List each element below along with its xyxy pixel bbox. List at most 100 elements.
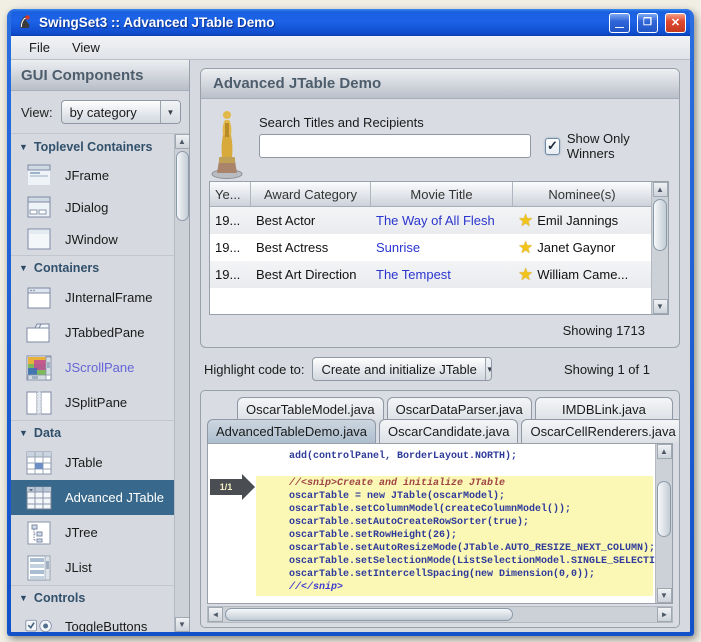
sidebar-scrollbar: ▲ ▼ (174, 134, 189, 632)
table-header-row: Ye... Award Category Movie Title Nominee… (210, 182, 651, 207)
table-row[interactable]: 19... Best Actress Sunrise ★ Janet Gayno… (210, 234, 651, 261)
scroll-down-icon[interactable]: ▼ (657, 588, 672, 603)
search-label: Search Titles and Recipients (259, 115, 531, 130)
section-controls[interactable]: ▼ Controls (11, 585, 174, 610)
code-editor: add(controlPanel, BorderLayout.NORTH); /… (207, 443, 673, 604)
collapse-triangle-icon: ▼ (19, 593, 28, 603)
sidebar-title: GUI Components (11, 60, 189, 91)
jlist-icon (25, 554, 53, 582)
window-title: SwingSet3 :: Advanced JTable Demo (39, 15, 602, 30)
snippet-marker-label: 1/1 (210, 479, 242, 495)
tab-oscartablemodel[interactable]: OscarTableModel.java (237, 397, 384, 420)
movie-title-link[interactable]: The Way of All Flesh (371, 213, 513, 228)
jtable-icon (25, 450, 53, 476)
sidebar-item-jdialog[interactable]: JDialog (11, 191, 174, 223)
section-containers[interactable]: ▼ Containers (11, 255, 174, 280)
sidebar-item-togglebuttons[interactable]: ToggleButtons (11, 610, 174, 632)
app-window: SwingSet3 :: Advanced JTable Demo — ❐ ✕ … (7, 9, 694, 636)
togglebuttons-icon (25, 617, 53, 632)
show-only-winners-checkbox[interactable]: ✓ (545, 138, 560, 155)
collapse-triangle-icon: ▼ (19, 142, 28, 152)
movie-title-link[interactable]: The Tempest (371, 267, 513, 282)
snippet-marker-arrow: 1/1 (210, 474, 256, 500)
code-panel: OscarTableModel.java OscarDataParser.jav… (200, 390, 680, 628)
column-header-movie-title[interactable]: Movie Title (371, 182, 513, 206)
oscar-statue-icon (209, 105, 245, 179)
highlighted-snippet: //<snip>Create and initialize JTable osc… (256, 476, 653, 596)
jscrollpane-icon (25, 354, 53, 382)
table-row[interactable]: 19... Best Art Direction The Tempest ★ W… (210, 261, 651, 288)
chevron-down-icon: ▼ (485, 358, 493, 380)
search-input[interactable] (259, 134, 531, 158)
view-combobox[interactable]: by category ▼ (61, 100, 181, 124)
sidebar-item-jinternalframe[interactable]: JInternalFrame (11, 280, 174, 315)
winner-star-icon: ★ (518, 266, 533, 283)
code-tabs-top-row: OscarTableModel.java OscarDataParser.jav… (207, 397, 673, 420)
view-selector-row: View: by category ▼ (11, 91, 189, 134)
jwindow-icon (25, 227, 53, 251)
tab-oscarcandidate[interactable]: OscarCandidate.java (379, 419, 518, 443)
show-only-winners-label: Show Only Winners (567, 131, 665, 161)
minimize-button[interactable]: — (609, 13, 630, 33)
jframe-icon (25, 163, 53, 187)
movie-title-link[interactable]: Sunrise (371, 240, 513, 255)
code-tabs-bottom-row: AdvancedTableDemo.java OscarCandidate.ja… (207, 419, 673, 443)
table-scrollbar-thumb[interactable] (653, 199, 667, 251)
scroll-down-icon[interactable]: ▼ (175, 617, 190, 632)
tab-imdblink[interactable]: IMDBLink.java (535, 397, 673, 420)
advanced-jtable-icon (25, 485, 53, 511)
scroll-left-icon[interactable]: ◄ (208, 607, 223, 622)
maximize-button[interactable]: ❐ (637, 13, 658, 33)
code-viewport: add(controlPanel, BorderLayout.NORTH); /… (208, 444, 655, 603)
component-list: ▼ Toplevel Containers JFrame JDialog (11, 134, 189, 632)
table-row[interactable]: 19... Best Actor The Way of All Flesh ★ … (210, 207, 651, 234)
winner-star-icon: ★ (518, 212, 533, 229)
oscar-table: Ye... Award Category Movie Title Nominee… (209, 181, 669, 315)
demo-panel: Advanced JTable Demo (200, 68, 680, 348)
scroll-up-icon[interactable]: ▲ (657, 444, 672, 459)
code-scrollbar-horizontal: ◄ ► (207, 606, 673, 623)
scroll-up-icon[interactable]: ▲ (175, 134, 190, 149)
menu-file[interactable]: File (19, 37, 60, 58)
sidebar-item-jframe[interactable]: JFrame (11, 159, 174, 191)
sidebar-item-jlist[interactable]: JList (11, 550, 174, 585)
highlight-code-combobox[interactable]: Create and initialize JTable ▼ (312, 357, 492, 381)
collapse-triangle-icon: ▼ (19, 263, 28, 273)
column-header-nominees[interactable]: Nominee(s) (513, 182, 651, 206)
code-scrollbar-thumb[interactable] (657, 481, 671, 537)
highlight-code-label: Highlight code to: (204, 362, 304, 377)
column-header-award-category[interactable]: Award Category (251, 182, 371, 206)
tab-oscarcellrenderers[interactable]: OscarCellRenderers.java (521, 419, 680, 443)
main-area: Advanced JTable Demo (190, 60, 690, 632)
code-hscrollbar-thumb[interactable] (225, 608, 513, 621)
sidebar-item-jtable[interactable]: JTable (11, 445, 174, 480)
sidebar-item-jsplitpane[interactable]: JSplitPane (11, 385, 174, 420)
jtree-icon (25, 520, 53, 546)
scroll-down-icon[interactable]: ▼ (653, 299, 668, 314)
close-button[interactable]: ✕ (665, 13, 686, 33)
sidebar-scrollbar-thumb[interactable] (176, 151, 189, 221)
highlight-code-row: Highlight code to: Create and initialize… (200, 348, 680, 390)
menu-bar: File View (11, 36, 690, 60)
sidebar-item-advanced-jtable[interactable]: Advanced JTable (11, 480, 174, 515)
table-scrollbar: ▲ ▼ (651, 182, 668, 314)
sidebar: GUI Components View: by category ▼ ▼ Top… (11, 60, 190, 632)
sidebar-item-jtabbedpane[interactable]: JTabbedPane (11, 315, 174, 350)
scroll-up-icon[interactable]: ▲ (653, 182, 668, 197)
sidebar-item-jtree[interactable]: JTree (11, 515, 174, 550)
tab-advancedtabledemo[interactable]: AdvancedTableDemo.java (207, 419, 376, 443)
sidebar-item-jwindow[interactable]: JWindow (11, 223, 174, 255)
sidebar-item-jscrollpane[interactable]: JScrollPane (11, 350, 174, 385)
view-label: View: (21, 105, 53, 120)
table-status: Showing 1713 (209, 315, 669, 338)
tab-oscardataparser[interactable]: OscarDataParser.java (387, 397, 532, 420)
section-toplevel-containers[interactable]: ▼ Toplevel Containers (11, 134, 174, 159)
section-data[interactable]: ▼ Data (11, 420, 174, 445)
column-header-year[interactable]: Ye... (210, 182, 251, 206)
show-only-winners-control[interactable]: ✓ Show Only Winners (545, 131, 669, 161)
title-bar[interactable]: SwingSet3 :: Advanced JTable Demo — ❐ ✕ (11, 9, 690, 36)
chevron-down-icon: ▼ (160, 101, 180, 123)
window-body: File View GUI Components View: by catego… (11, 36, 690, 632)
scroll-right-icon[interactable]: ► (657, 607, 672, 622)
menu-view[interactable]: View (62, 37, 110, 58)
